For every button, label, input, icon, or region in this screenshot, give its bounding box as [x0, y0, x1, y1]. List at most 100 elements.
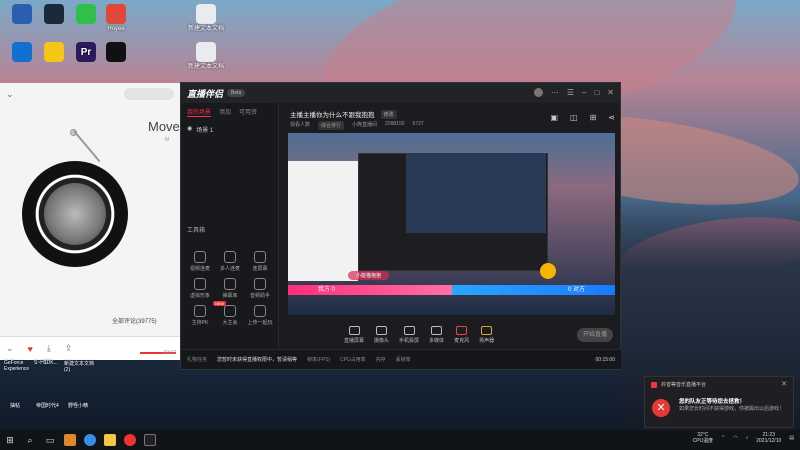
notification-icon[interactable]: ▤: [789, 435, 794, 441]
toast-header: 抖音等音乐直播平台: [645, 377, 793, 392]
app-icon[interactable]: [60, 430, 80, 450]
comments-link[interactable]: 全部评论(39775): [112, 316, 157, 325]
lock-icon[interactable]: ◫: [570, 113, 578, 122]
toast-body: 如果您长时间不获得游戏，你被踢出以后游戏！: [679, 406, 785, 412]
tool-pk[interactable]: NEW 主持PK: [185, 301, 227, 326]
tool-label: 大主会: [222, 320, 238, 326]
desktop-icon[interactable]: 新建文本文档: [188, 4, 224, 33]
search-icon[interactable]: ⌕: [20, 430, 40, 450]
close-icon[interactable]: ✕: [781, 380, 787, 388]
desktop-icon[interactable]: [36, 4, 72, 26]
thumb-geforce[interactable]: GeForce Experience: [4, 360, 30, 372]
new-badge: NEW: [213, 301, 227, 306]
maximize-icon[interactable]: □: [594, 88, 599, 97]
search-input[interactable]: [124, 88, 174, 100]
desktop-icon-label: 新建文本文档: [188, 64, 225, 70]
tab-resources[interactable]: 可用资: [239, 107, 257, 117]
meta-item: 2098150: [385, 121, 405, 127]
tool-meeting[interactable]: 大主会: [215, 305, 245, 326]
gift-icon[interactable]: ▣: [550, 113, 558, 122]
category-badge[interactable]: 综合排行: [318, 121, 345, 130]
task-view-icon[interactable]: ▭: [40, 430, 60, 450]
music-player-window[interactable]: ⌄ Move M 全部评论(39775) ⌄ ♥ ⤓ ⇪ 00:02: [0, 83, 180, 360]
chevron-down-icon[interactable]: ⌄: [6, 343, 14, 354]
desktop-icon[interactable]: [98, 42, 134, 64]
menu-icon[interactable]: ⋯: [551, 88, 559, 97]
meta-item: 小熊直播间: [352, 122, 378, 128]
live-companion-window[interactable]: 直播伴侣 Beta ⋯ ☰ – □ ✕ 我的场景 添加 可用资 ◉ 场景 1 工…: [180, 82, 621, 370]
desktop-icon[interactable]: [4, 4, 40, 26]
share-icon[interactable]: ⋖: [608, 113, 615, 122]
tool-audio[interactable]: 音频助手: [245, 278, 275, 299]
media-button[interactable]: 多媒体: [429, 326, 444, 344]
desktop-icon-label: 新建文本文档: [188, 26, 225, 32]
app-logo: 直播伴侣: [187, 88, 224, 99]
window-controls: ⋯ ☰ – □ ✕: [533, 88, 614, 97]
thumb-file[interactable]: S~H$DK...: [34, 360, 58, 366]
tool-avatar[interactable]: 虚拟形象: [185, 278, 215, 299]
desktop-icon[interactable]: Hoyee: [98, 4, 134, 33]
video-icon: [194, 251, 206, 263]
browser-icon[interactable]: [80, 430, 100, 450]
status-bar: 礼物任务 您暂时未获得直播权限中，暂请稍等 帧率(FPS) CPU占用率 内存 …: [181, 349, 621, 369]
mic-button[interactable]: 麦克风: [454, 326, 469, 344]
music-app-icon[interactable]: [120, 430, 140, 450]
tool-play-together[interactable]: 上传一起玩: [245, 305, 275, 326]
avatar[interactable]: [533, 88, 543, 97]
speaker-icon: [481, 326, 493, 335]
thumb-aoe4[interactable]: 帝国时代4: [36, 402, 59, 409]
app-icon[interactable]: [100, 430, 120, 450]
settings-icon[interactable]: ☰: [567, 88, 574, 97]
chevron-up-icon[interactable]: ⌃: [721, 435, 725, 441]
task-link[interactable]: 礼物任务: [187, 356, 207, 363]
tool-video-link[interactable]: 视频连麦: [185, 251, 215, 272]
screen-icon: [254, 251, 266, 263]
chevron-down-icon[interactable]: ⌄: [6, 89, 14, 100]
tool-danmaku[interactable]: 弹幕库: [215, 278, 245, 299]
windows-start-icon[interactable]: ⊞: [0, 430, 20, 450]
share-icon[interactable]: ⇪: [65, 343, 73, 354]
desktop-icon-label: Hoyee: [107, 26, 125, 32]
tab-my-scenes[interactable]: 我的场景: [187, 107, 212, 117]
clock-date: 2021/12/10: [756, 438, 782, 444]
edit-title-button[interactable]: 修改: [380, 109, 397, 119]
gift-banner: 小能猫抱抱: [348, 271, 390, 280]
live-preview[interactable]: 小能猫抱抱 我方 0 0 对方: [288, 133, 615, 315]
clock[interactable]: 21:23 2021/12/10: [756, 432, 781, 444]
meta-item: 5727: [412, 121, 424, 127]
album-art: [44, 183, 106, 245]
go-live-button[interactable]: 开始直播: [577, 328, 613, 342]
desktop-icon[interactable]: [36, 42, 72, 64]
desktop-icon[interactable]: [4, 42, 40, 64]
room-meta: 观看人数 综合排行 小熊直播间 2098150 5727: [290, 121, 424, 130]
close-icon[interactable]: ✕: [607, 88, 614, 97]
download-icon[interactable]: ⤓: [47, 343, 51, 354]
minimize-icon[interactable]: –: [582, 88, 586, 97]
room-title: 主播主播你为什么不跟我抱抱: [290, 112, 375, 119]
tool-screen-link[interactable]: 连屏幕: [245, 251, 275, 272]
tool-multi-link[interactable]: 多人连麦: [215, 251, 245, 272]
speaker-button[interactable]: 扬声器: [479, 326, 494, 344]
heart-icon[interactable]: ♥: [28, 344, 33, 354]
song-title: Move: [148, 119, 180, 134]
tool-label: 摄像头: [374, 338, 390, 344]
thumb-text[interactable]: 新建文本文档(2): [64, 360, 100, 373]
thumb-game[interactable]: 野怪小精: [68, 402, 88, 409]
network-icon[interactable]: ◠: [733, 435, 737, 441]
screen-capture-button[interactable]: 直播屏幕: [344, 326, 364, 344]
desktop-icon[interactable]: 新建文本文档: [188, 42, 224, 71]
fps-stat: 帧率(FPS): [307, 357, 331, 363]
toast-notification[interactable]: 抖音等音乐直播平台 ✕ ✕ 您的队友正等待您去拯救！ 如果您长时间不获得游戏，你…: [644, 376, 794, 428]
meeting-icon: [224, 305, 236, 317]
grid-icon[interactable]: ⊞: [590, 113, 597, 122]
thumb-app[interactable]: 抽帖: [10, 402, 20, 409]
tool-label: 弹幕库: [222, 293, 238, 299]
dropframe-stat: 丢帧率: [395, 357, 411, 363]
camera-button[interactable]: 摄像头: [374, 326, 389, 344]
eye-icon[interactable]: ◉: [187, 125, 192, 134]
tab-add[interactable]: 添加: [219, 107, 231, 117]
live-app-icon[interactable]: [140, 430, 160, 450]
scene-item[interactable]: ◉ 场景 1: [181, 121, 278, 138]
phone-cast-button[interactable]: 手机投屏: [399, 326, 419, 344]
volume-icon[interactable]: ♪: [746, 435, 749, 441]
